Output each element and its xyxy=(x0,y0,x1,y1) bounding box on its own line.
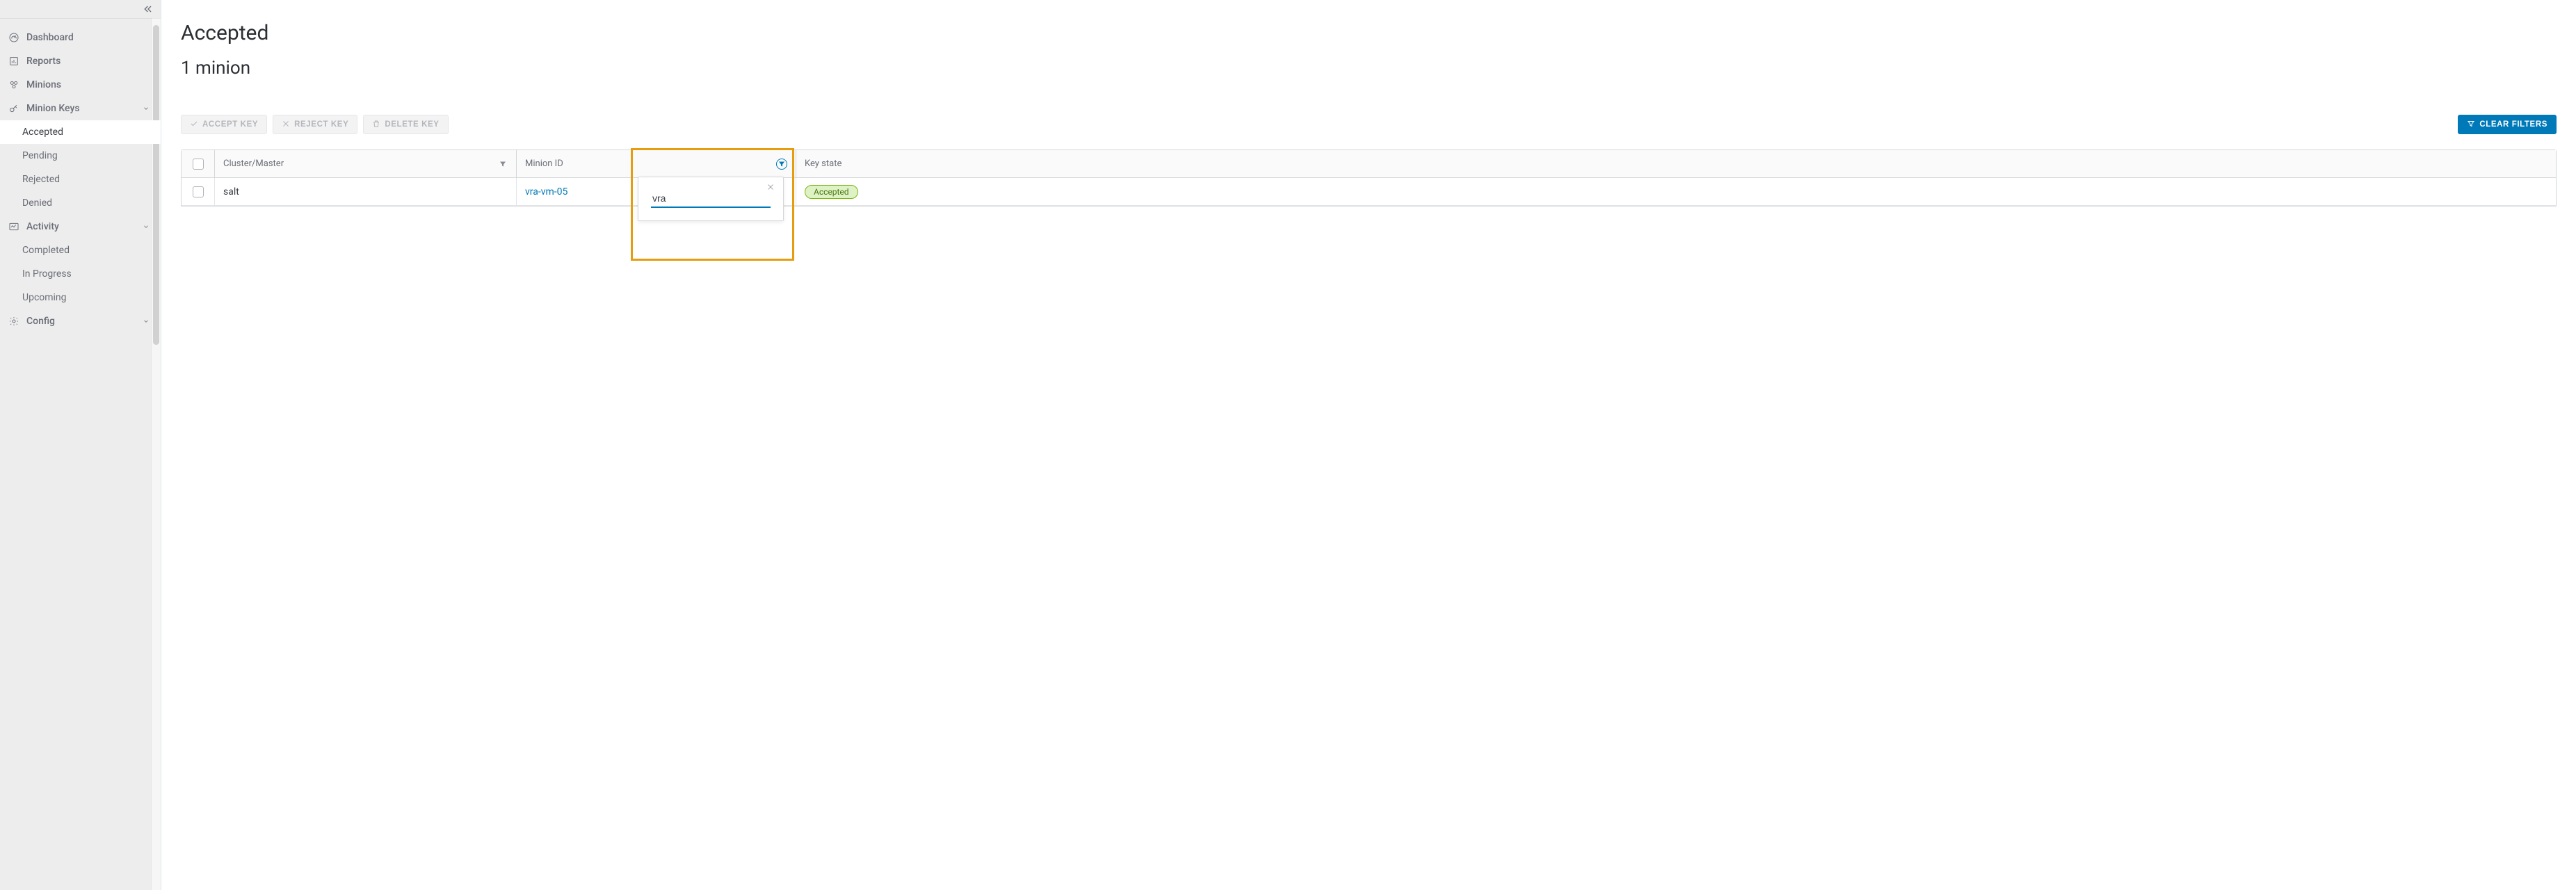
x-icon xyxy=(282,120,290,130)
activity-icon xyxy=(8,221,19,232)
select-all-checkbox[interactable] xyxy=(193,159,204,170)
filter-input[interactable] xyxy=(651,190,771,208)
sidebar-item-label: Activity xyxy=(26,221,59,232)
cell-value: salt xyxy=(223,186,239,197)
sidebar-item-label: Config xyxy=(26,316,55,327)
column-header-key-state[interactable]: Key state xyxy=(796,150,2556,177)
table-row: salt vra-vm-05 Accepted xyxy=(182,178,2556,206)
sidebar: Dashboard Reports Minions xyxy=(0,0,161,890)
sidebar-item-dashboard[interactable]: Dashboard xyxy=(0,26,161,49)
minions-table: Cluster/Master Minion ID Key state xyxy=(181,149,2557,207)
sidebar-subitem-in-progress[interactable]: In Progress xyxy=(0,262,161,286)
status-badge: Accepted xyxy=(805,185,858,199)
sidebar-item-minion-keys[interactable]: Minion Keys xyxy=(0,97,161,120)
accept-key-button[interactable]: Accept key xyxy=(181,115,267,134)
chevron-double-left-icon xyxy=(143,3,154,17)
page-subtitle: 1 minion xyxy=(181,58,2557,79)
gauge-icon xyxy=(8,32,19,43)
column-label: Minion ID xyxy=(525,159,563,169)
button-label: Delete key xyxy=(385,120,439,129)
sidebar-subitem-label: In Progress xyxy=(22,268,72,280)
sidebar-subitem-accepted[interactable]: Accepted xyxy=(0,120,161,144)
button-label: Accept key xyxy=(202,120,258,129)
sidebar-item-label: Dashboard xyxy=(26,32,74,43)
button-label: Reject key xyxy=(294,120,348,129)
column-label: Key state xyxy=(805,159,842,169)
sidebar-subitem-label: Rejected xyxy=(22,174,60,185)
clear-filters-button[interactable]: Clear filters xyxy=(2458,115,2557,134)
filter-icon xyxy=(2467,120,2475,130)
chevron-down-icon xyxy=(143,222,152,232)
sidebar-subitem-pending[interactable]: Pending xyxy=(0,144,161,168)
key-icon xyxy=(8,103,19,114)
reject-key-button[interactable]: Reject key xyxy=(273,115,357,134)
sidebar-subitem-rejected[interactable]: Rejected xyxy=(0,168,161,191)
check-icon xyxy=(190,120,198,130)
sidebar-subitem-label: Accepted xyxy=(22,127,63,138)
filter-active-icon[interactable] xyxy=(776,159,787,170)
chevron-down-icon xyxy=(143,104,152,113)
sidebar-collapse-button[interactable] xyxy=(0,0,161,18)
sidebar-subitem-label: Upcoming xyxy=(22,292,67,303)
sidebar-subitem-label: Denied xyxy=(22,197,52,209)
sidebar-item-label: Minion Keys xyxy=(26,103,80,114)
sidebar-subitem-denied[interactable]: Denied xyxy=(0,191,161,215)
table-header-row: Cluster/Master Minion ID Key state xyxy=(182,150,2556,178)
chevron-down-icon xyxy=(143,316,152,326)
header-checkbox-cell xyxy=(182,150,215,177)
sidebar-item-minions[interactable]: Minions xyxy=(0,73,161,97)
minion-id-link[interactable]: vra-vm-05 xyxy=(525,186,567,197)
sidebar-item-reports[interactable]: Reports xyxy=(0,49,161,73)
sidebar-item-config[interactable]: Config xyxy=(0,309,161,333)
page-title: Accepted xyxy=(181,21,2557,45)
close-icon[interactable] xyxy=(766,183,776,193)
gear-icon xyxy=(8,316,19,327)
sidebar-subitem-label: Completed xyxy=(22,245,70,256)
trash-icon xyxy=(372,120,380,130)
sidebar-item-label: Minions xyxy=(26,79,61,90)
sidebar-item-label: Reports xyxy=(26,56,61,67)
column-label: Cluster/Master xyxy=(223,159,284,169)
delete-key-button[interactable]: Delete key xyxy=(363,115,448,134)
column-header-cluster[interactable]: Cluster/Master xyxy=(215,150,517,177)
sidebar-item-activity[interactable]: Activity xyxy=(0,215,161,238)
toolbar: Accept key Reject key Delete key Clear f… xyxy=(181,115,2557,134)
column-header-minion-id[interactable]: Minion ID xyxy=(517,150,796,177)
main-content: Accepted 1 minion Accept key Reject key … xyxy=(161,0,2576,890)
minions-icon xyxy=(8,79,19,90)
report-icon xyxy=(8,56,19,67)
row-checkbox[interactable] xyxy=(193,186,204,197)
button-label: Clear filters xyxy=(2479,120,2547,129)
sidebar-subitem-label: Pending xyxy=(22,150,58,161)
sidebar-subitem-upcoming[interactable]: Upcoming xyxy=(0,286,161,309)
filter-icon[interactable] xyxy=(498,159,508,169)
filter-popover xyxy=(638,177,784,221)
cell-key-state: Accepted xyxy=(796,178,2556,205)
cell-cluster: salt xyxy=(215,178,517,205)
sidebar-subitem-completed[interactable]: Completed xyxy=(0,238,161,262)
